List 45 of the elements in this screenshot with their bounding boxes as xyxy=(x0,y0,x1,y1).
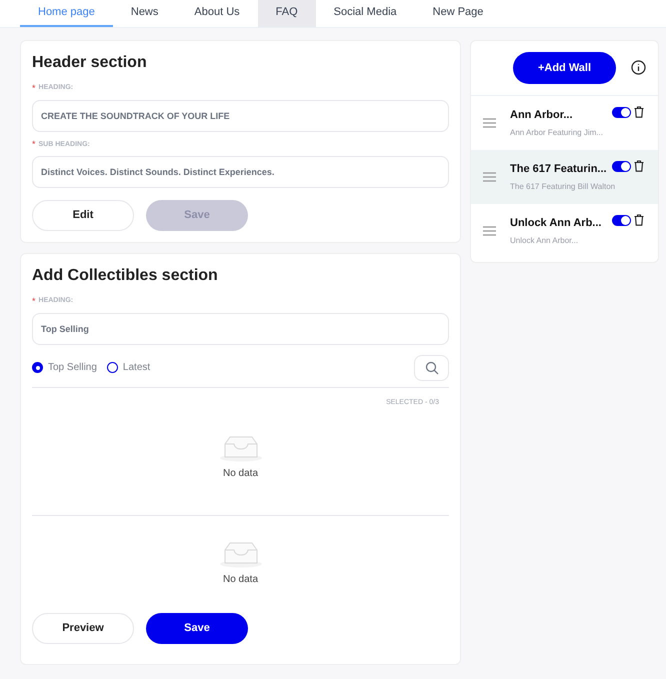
empty-text: No data xyxy=(222,573,258,587)
wall-title: Ann Arbor... xyxy=(510,108,574,123)
wall-title: Unlock Ann Arb... xyxy=(510,216,602,231)
search-button[interactable] xyxy=(414,354,449,380)
trash-icon[interactable] xyxy=(634,160,644,172)
wall-subtitle: Unlock Ann Arbor... xyxy=(510,235,580,248)
nav-tab[interactable]: FAQ xyxy=(258,0,316,27)
action-button[interactable]: Preview xyxy=(32,613,134,644)
nav-tab[interactable]: New Page xyxy=(414,0,502,27)
radio-button[interactable] xyxy=(106,362,118,373)
wall-subtitle: Ann Arbor Featuring Jim... xyxy=(510,127,604,140)
section-title: Add Collectibles section xyxy=(32,266,219,286)
wall-list-item[interactable]: The 617 Featurin... The 617 Featuring Bill Walton xyxy=(471,150,658,204)
wall-title: The 617 Featurin... xyxy=(510,162,608,177)
required-mark: * xyxy=(32,296,36,306)
trash-icon[interactable] xyxy=(634,106,644,118)
drag-handle-icon[interactable] xyxy=(483,172,496,182)
nav-tab[interactable]: Home page xyxy=(20,0,113,27)
wall-subtitle: The 617 Featuring Bill Walton xyxy=(510,181,612,194)
radio-option[interactable]: Latest xyxy=(106,360,150,375)
add-wall-button[interactable]: +Add Wall xyxy=(513,52,616,84)
nav-tab[interactable]: News xyxy=(112,0,176,27)
required-mark: * xyxy=(32,84,36,93)
nav-tab[interactable]: About Us xyxy=(176,0,258,27)
toggle-switch[interactable] xyxy=(612,160,631,172)
drag-handle-icon[interactable] xyxy=(483,226,496,236)
input-field[interactable]: Distinct Voices. Distinct Sounds. Distinct Experiences. xyxy=(32,156,449,188)
nav-tab[interactable]: Social Media xyxy=(316,0,415,27)
toggle-switch[interactable] xyxy=(612,106,631,118)
radio-button[interactable] xyxy=(32,362,43,373)
trash-icon[interactable] xyxy=(634,214,644,226)
radio-option[interactable]: Top Selling xyxy=(32,360,97,375)
input-field[interactable]: CREATE THE SOUNDTRACK OF YOUR LIFE xyxy=(32,100,449,132)
input-field[interactable]: Top Selling xyxy=(32,312,449,344)
drag-handle-icon[interactable] xyxy=(483,118,496,128)
action-button[interactable]: Edit xyxy=(32,200,134,231)
search-icon xyxy=(424,360,438,374)
save-button[interactable]: Save xyxy=(146,613,248,644)
required-mark: * xyxy=(32,140,36,150)
empty-inbox-icon xyxy=(218,434,262,462)
empty-text: No data xyxy=(222,467,258,481)
section-title: Header section xyxy=(32,53,148,73)
empty-inbox-icon xyxy=(218,540,262,568)
toggle-switch[interactable] xyxy=(612,214,631,226)
info-icon[interactable] xyxy=(631,60,646,75)
